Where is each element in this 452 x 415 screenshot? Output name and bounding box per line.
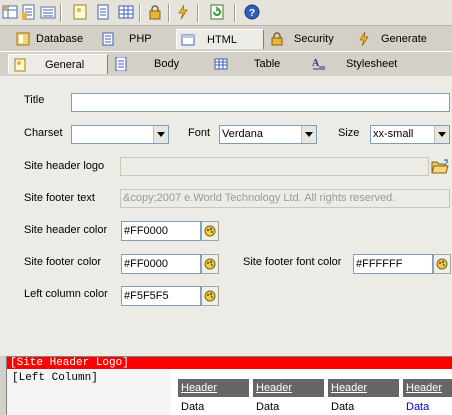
size-value: xx-small xyxy=(373,128,414,140)
footer-color-input[interactable]: #FF0000 xyxy=(121,254,201,274)
folder-open-icon[interactable] xyxy=(430,157,450,177)
footer-font-color-label: Site footer font color xyxy=(243,256,342,268)
left-column-color-input[interactable]: #F5F5F5 xyxy=(121,286,201,306)
text-style-icon: A xyxy=(312,57,326,71)
size-select[interactable]: xx-small xyxy=(370,125,450,144)
preview-left-column: [Left Column] xyxy=(7,369,171,415)
document-icon[interactable] xyxy=(95,4,111,20)
tab-label: General xyxy=(45,58,85,71)
properties-icon[interactable] xyxy=(21,4,37,20)
main-tab-bar: Database PHP HTML Security Generate xyxy=(0,27,452,52)
chevron-down-icon[interactable] xyxy=(301,126,316,143)
folder-list-icon[interactable] xyxy=(40,4,56,20)
lightning-icon xyxy=(357,31,371,47)
table-icon xyxy=(214,57,228,71)
tab-label: Table xyxy=(254,58,281,70)
tab-label: Stylesheet xyxy=(346,58,398,70)
html-icon xyxy=(181,33,195,47)
header-logo-input[interactable] xyxy=(120,157,429,176)
footer-font-color-field: #FFFFFF xyxy=(353,254,451,274)
color-picker-icon[interactable] xyxy=(201,254,219,274)
preview-table-header: Header xyxy=(403,379,452,397)
tab-label: Security xyxy=(294,33,334,45)
footer-text-input[interactable]: &copy;2007 e.World Technology Ltd. All r… xyxy=(120,189,450,208)
help-icon[interactable]: ? xyxy=(244,4,260,20)
header-color-label: Site header color xyxy=(24,224,108,236)
database-icon xyxy=(16,32,30,46)
sub-tab-bar: General Body Table A Stylesheet xyxy=(0,52,452,76)
page-icon[interactable] xyxy=(72,4,88,20)
lightning-icon[interactable] xyxy=(175,4,191,20)
tab-body[interactable]: Body xyxy=(110,54,206,74)
refresh-icon[interactable] xyxy=(209,4,225,20)
footer-text-label: Site footer text xyxy=(24,192,95,204)
chevron-down-icon[interactable] xyxy=(434,126,449,143)
footer-font-color-input[interactable]: #FFFFFF xyxy=(353,254,433,274)
tab-database[interactable]: Database xyxy=(14,29,98,49)
svg-text:?: ? xyxy=(249,8,255,19)
header-color-input[interactable]: #FF0000 xyxy=(121,221,201,241)
footer-color-field: #FF0000 xyxy=(121,254,219,274)
preview-table-cell: Data xyxy=(406,401,430,413)
tab-label: PHP xyxy=(129,33,152,45)
font-label: Font xyxy=(188,127,211,139)
preview-table-header: Header xyxy=(328,379,401,397)
tab-label: Body xyxy=(154,58,180,70)
preview-table-header: Header xyxy=(253,379,326,397)
tab-label: Database xyxy=(36,33,84,45)
tab-general[interactable]: General xyxy=(8,54,108,74)
footer-color-label: Site footer color xyxy=(24,256,102,268)
tab-stylesheet[interactable]: A Stylesheet xyxy=(308,54,428,74)
svg-text:A: A xyxy=(312,58,320,69)
font-value: Verdana xyxy=(222,128,263,140)
preview-table-cell: Data xyxy=(331,401,355,413)
grid-icon[interactable] xyxy=(2,4,18,20)
chevron-down-icon[interactable] xyxy=(153,126,168,143)
page-icon xyxy=(13,58,27,72)
tab-php[interactable]: PHP xyxy=(99,29,175,49)
left-column-color-label: Left column color xyxy=(24,288,108,300)
size-label: Size xyxy=(338,127,360,139)
color-picker-icon[interactable] xyxy=(201,221,219,241)
lock-icon[interactable] xyxy=(147,4,163,20)
toolbar: ? xyxy=(0,0,452,26)
tab-label: Generate xyxy=(381,33,427,45)
preview-table-cell: Data xyxy=(181,401,205,413)
general-settings-form: Title Charset Font Verdana Size xx-small… xyxy=(0,76,452,356)
font-select[interactable]: Verdana xyxy=(219,125,317,144)
tab-html[interactable]: HTML xyxy=(176,29,264,49)
tab-label: HTML xyxy=(207,33,237,46)
preview-site-header: [Site Header Logo] xyxy=(7,357,452,369)
charset-label: Charset xyxy=(24,127,63,139)
title-label: Title xyxy=(24,94,45,106)
preview-table-cell: Data xyxy=(256,401,280,413)
layout-preview: [Site Header Logo] [Left Column] Header … xyxy=(6,356,452,415)
color-picker-icon[interactable] xyxy=(201,286,219,306)
header-color-field: #FF0000 xyxy=(121,221,219,241)
preview-table-header: Header xyxy=(178,379,251,397)
left-column-color-field: #F5F5F5 xyxy=(121,286,219,306)
charset-select[interactable] xyxy=(71,125,169,144)
title-input[interactable] xyxy=(71,93,450,112)
tab-table[interactable]: Table xyxy=(210,54,306,74)
table-icon[interactable] xyxy=(118,4,134,20)
lock-icon xyxy=(270,32,284,46)
document-icon xyxy=(114,56,128,72)
php-icon xyxy=(101,32,115,46)
tab-security[interactable]: Security xyxy=(268,29,352,49)
tab-generate[interactable]: Generate xyxy=(353,29,452,49)
header-logo-label: Site header logo xyxy=(24,160,105,172)
color-picker-icon[interactable] xyxy=(433,254,451,274)
